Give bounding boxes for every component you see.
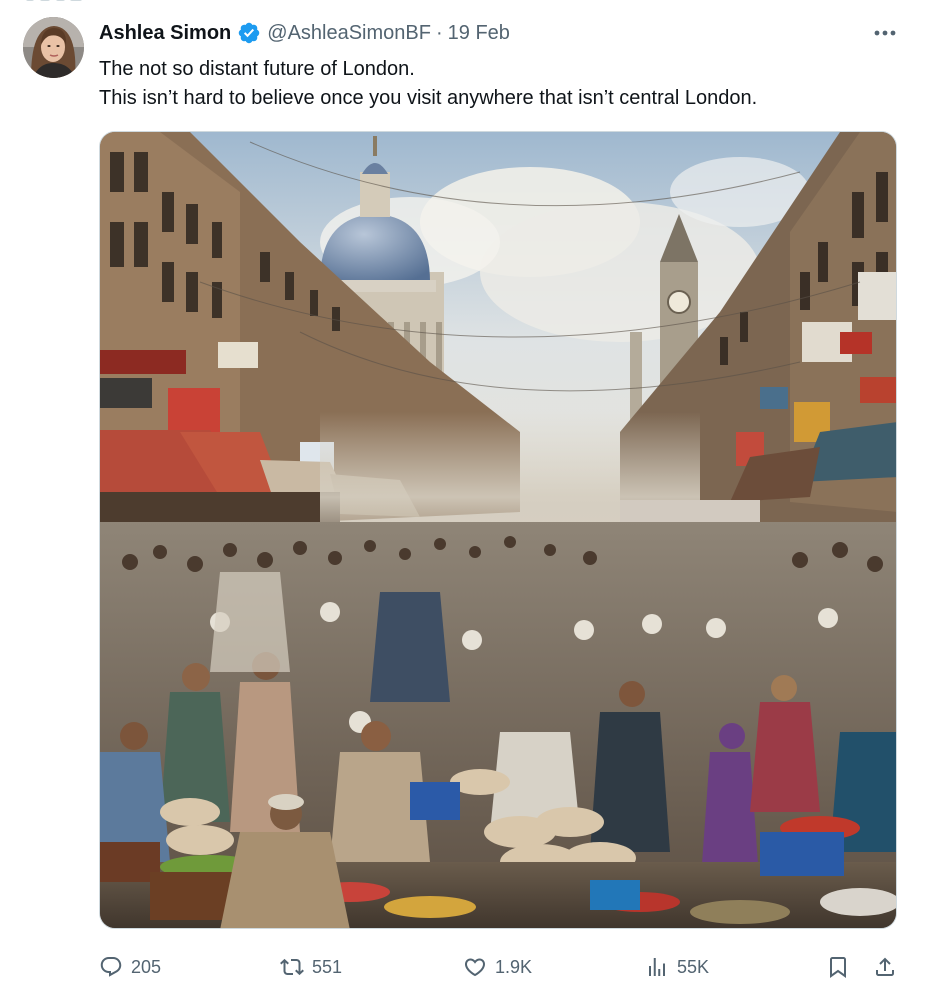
views-button[interactable]: 55K bbox=[645, 950, 709, 984]
heart-icon bbox=[464, 958, 486, 977]
views-count: 55K bbox=[677, 956, 710, 977]
tweet-text: The not so distant future of London. Thi… bbox=[99, 55, 909, 113]
reply-icon bbox=[100, 957, 122, 977]
author-avatar[interactable] bbox=[23, 17, 84, 78]
verified-badge-icon[interactable] bbox=[237, 21, 261, 45]
like-count: 1.9K bbox=[495, 956, 533, 977]
repost-icon bbox=[280, 958, 304, 976]
tweet-actions: 205 551 1.9K 55K bbox=[99, 950, 899, 984]
reply-button[interactable]: 205 bbox=[99, 950, 161, 984]
repost-count: 551 bbox=[312, 956, 343, 977]
reply-count: 205 bbox=[131, 956, 162, 977]
repost-button[interactable]: 551 bbox=[280, 950, 342, 984]
previous-tweet-fragment bbox=[0, 0, 927, 8]
bookmark-icon bbox=[830, 957, 846, 978]
tweet-date[interactable]: 19 Feb bbox=[448, 22, 510, 45]
author-name[interactable]: Ashlea Simon bbox=[99, 22, 231, 45]
avatar-photo bbox=[23, 17, 84, 78]
author-handle[interactable]: @AshleaSimonBF bbox=[267, 22, 431, 45]
more-options-icon[interactable] bbox=[870, 22, 900, 44]
tweet-header: Ashlea Simon @AshleaSimonBF · 19 Feb bbox=[99, 19, 510, 47]
bookmark-button[interactable] bbox=[826, 950, 850, 984]
share-button[interactable] bbox=[873, 950, 897, 984]
tweet-text-line-2: This isn’t hard to believe once you visi… bbox=[99, 87, 758, 109]
tweet-image[interactable] bbox=[99, 131, 897, 929]
share-icon bbox=[876, 957, 894, 976]
like-button[interactable]: 1.9K bbox=[463, 950, 532, 984]
market-street-illustration bbox=[100, 132, 896, 928]
views-chart-icon bbox=[649, 958, 665, 976]
tweet-text-line-1: The not so distant future of London. bbox=[99, 58, 415, 80]
header-separator: · bbox=[435, 21, 443, 44]
